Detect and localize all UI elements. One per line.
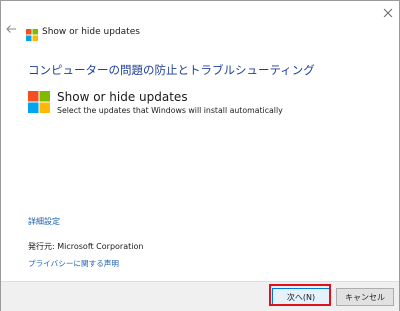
back-arrow-icon[interactable] [5, 23, 17, 35]
app-description: Select the updates that Windows will ins… [57, 106, 283, 115]
publisher-text: 発行元: Microsoft Corporation [28, 242, 144, 251]
next-button[interactable]: 次へ(N) [272, 288, 330, 306]
title-bar: Show or hide updates [1, 1, 399, 41]
button-bar: 次へ(N) キャンセル [1, 281, 399, 311]
app-logo-icon [28, 91, 50, 113]
privacy-statement-link[interactable]: プライバシーに関する声明 [28, 258, 119, 269]
advanced-settings-link[interactable]: 詳細設定 [28, 216, 60, 227]
cancel-button[interactable]: キャンセル [336, 288, 394, 306]
window-title: Show or hide updates [42, 27, 140, 37]
windows-logo-icon [26, 26, 38, 41]
troubleshooter-window: Show or hide updates コンピューターの問題の防止とトラブルシ… [0, 0, 400, 311]
close-button[interactable] [379, 4, 397, 22]
close-icon [383, 8, 393, 18]
app-name: Show or hide updates [57, 90, 188, 104]
page-heading: コンピューターの問題の防止とトラブルシューティング [28, 63, 315, 77]
